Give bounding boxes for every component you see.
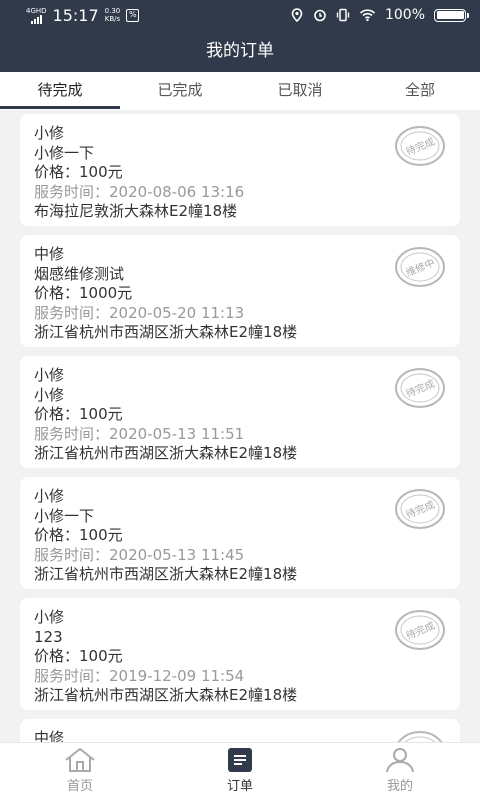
tab-cancelled[interactable]: 已取消 (240, 72, 360, 110)
location-icon (291, 8, 303, 22)
order-address: 浙江省杭州市西湖区浙大森林E2幢18楼 (34, 686, 298, 704)
nav-profile-label: 我的 (386, 779, 413, 794)
speed-unit: KB/s (104, 15, 121, 23)
status-stamp-label: 待完成 (404, 619, 437, 642)
status-stamp-label: 维修中 (404, 256, 437, 279)
order-type: 小修 (34, 366, 65, 384)
order-price: 价格：100元 (34, 163, 123, 181)
order-type: 中修 (34, 245, 65, 263)
status-stamp-label: 待完成 (404, 498, 437, 521)
order-service-time: 服务时间：2020-05-20 11:13 (34, 303, 245, 322)
nav-home-label: 首页 (66, 779, 93, 794)
tab-all[interactable]: 全部 (360, 72, 480, 110)
order-address: 浙江省杭州市西湖区浙大森林E2幢18楼 (34, 444, 298, 462)
order-tabs: 待完成 已完成 已取消 全部 (0, 72, 480, 110)
app-header: 4GHD 15:17 0.30 KB/s % 100% 我的订单 (0, 0, 480, 72)
order-type: 小修 (34, 487, 65, 505)
status-stamp-icon (397, 731, 443, 742)
nav-home[interactable]: 首页 (0, 743, 160, 800)
status-stamp-icon: 待完成 (395, 126, 445, 166)
profile-icon (386, 748, 414, 773)
app-notification-icon: % (126, 8, 140, 22)
order-service-time: 服务时间：2020-05-13 11:45 (34, 545, 245, 564)
tab-completed[interactable]: 已完成 (120, 72, 240, 110)
order-list[interactable]: 小修 小修一下 价格：100元 服务时间：2020-08-06 13:16 布海… (0, 110, 480, 742)
order-address: 浙江省杭州市西湖区浙大森林E2幢18楼 (34, 565, 298, 583)
order-price: 价格：1000元 (34, 284, 133, 302)
home-icon (65, 747, 95, 772)
battery-icon (434, 8, 469, 22)
order-name: 烟感维修测试 (34, 264, 125, 283)
order-name: 小修一下 (34, 506, 95, 525)
order-card[interactable]: 中修 (20, 719, 460, 742)
order-card[interactable]: 小修 小修一下 价格：100元 服务时间：2020-05-13 11:45 浙江… (20, 477, 460, 589)
order-card[interactable]: 小修 小修 价格：100元 服务时间：2020-05-13 11:51 浙江省杭… (20, 356, 460, 468)
status-stamp-icon: 维修中 (395, 247, 445, 287)
order-card[interactable]: 小修 123 价格：100元 服务时间：2019-12-09 11:54 浙江省… (20, 598, 460, 710)
order-type: 中修 (34, 729, 65, 742)
status-stamp-icon: 待完成 (395, 489, 445, 529)
order-address: 布海拉尼敦浙大森林E2幢18楼 (34, 202, 238, 220)
status-stamp-icon: 待完成 (395, 610, 445, 650)
status-stamp-label: 待完成 (404, 135, 437, 158)
page-title: 我的订单 (206, 41, 274, 61)
order-address: 浙江省杭州市西湖区浙大森林E2幢18楼 (34, 323, 298, 341)
nav-profile[interactable]: 我的 (320, 743, 480, 800)
order-name: 小修 (34, 385, 65, 404)
nav-orders[interactable]: 订单 (160, 743, 320, 800)
clock: 15:17 (52, 5, 99, 25)
vibrate-icon (336, 8, 350, 22)
alarm-icon (314, 9, 326, 22)
status-bar: 4GHD 15:17 0.30 KB/s % 100% (0, 0, 480, 30)
status-stamp-icon: 待完成 (395, 368, 445, 408)
order-name: 小修一下 (34, 143, 95, 162)
order-service-time: 服务时间：2020-05-13 11:51 (34, 424, 245, 443)
order-type: 小修 (34, 608, 65, 626)
order-price: 价格：100元 (34, 405, 123, 423)
network-speed: 0.30 KB/s (105, 7, 121, 23)
speed-value: 0.30 (104, 7, 121, 15)
order-service-time: 服务时间：2020-08-06 13:16 (34, 182, 245, 201)
signal-icon (30, 14, 42, 24)
order-name: 123 (34, 627, 63, 646)
order-card[interactable]: 小修 小修一下 价格：100元 服务时间：2020-08-06 13:16 布海… (20, 114, 460, 226)
order-card[interactable]: 中修 烟感维修测试 价格：1000元 服务时间：2020-05-20 11:13… (20, 235, 460, 347)
order-price: 价格：100元 (34, 647, 123, 665)
battery-percent: 100% (384, 7, 425, 23)
order-icon (228, 748, 252, 772)
wifi-icon (359, 9, 376, 22)
status-stamp-label: 待完成 (404, 377, 437, 400)
order-price: 价格：100元 (34, 526, 123, 544)
order-service-time: 服务时间：2019-12-09 11:54 (34, 666, 245, 685)
nav-orders-label: 订单 (226, 779, 253, 794)
order-type: 小修 (34, 124, 65, 142)
tab-pending[interactable]: 待完成 (0, 72, 120, 110)
bottom-nav: 首页 订单 我的 (0, 742, 480, 800)
network-indicator: 4GHD (26, 7, 47, 24)
network-type: 4GHD (26, 6, 47, 15)
